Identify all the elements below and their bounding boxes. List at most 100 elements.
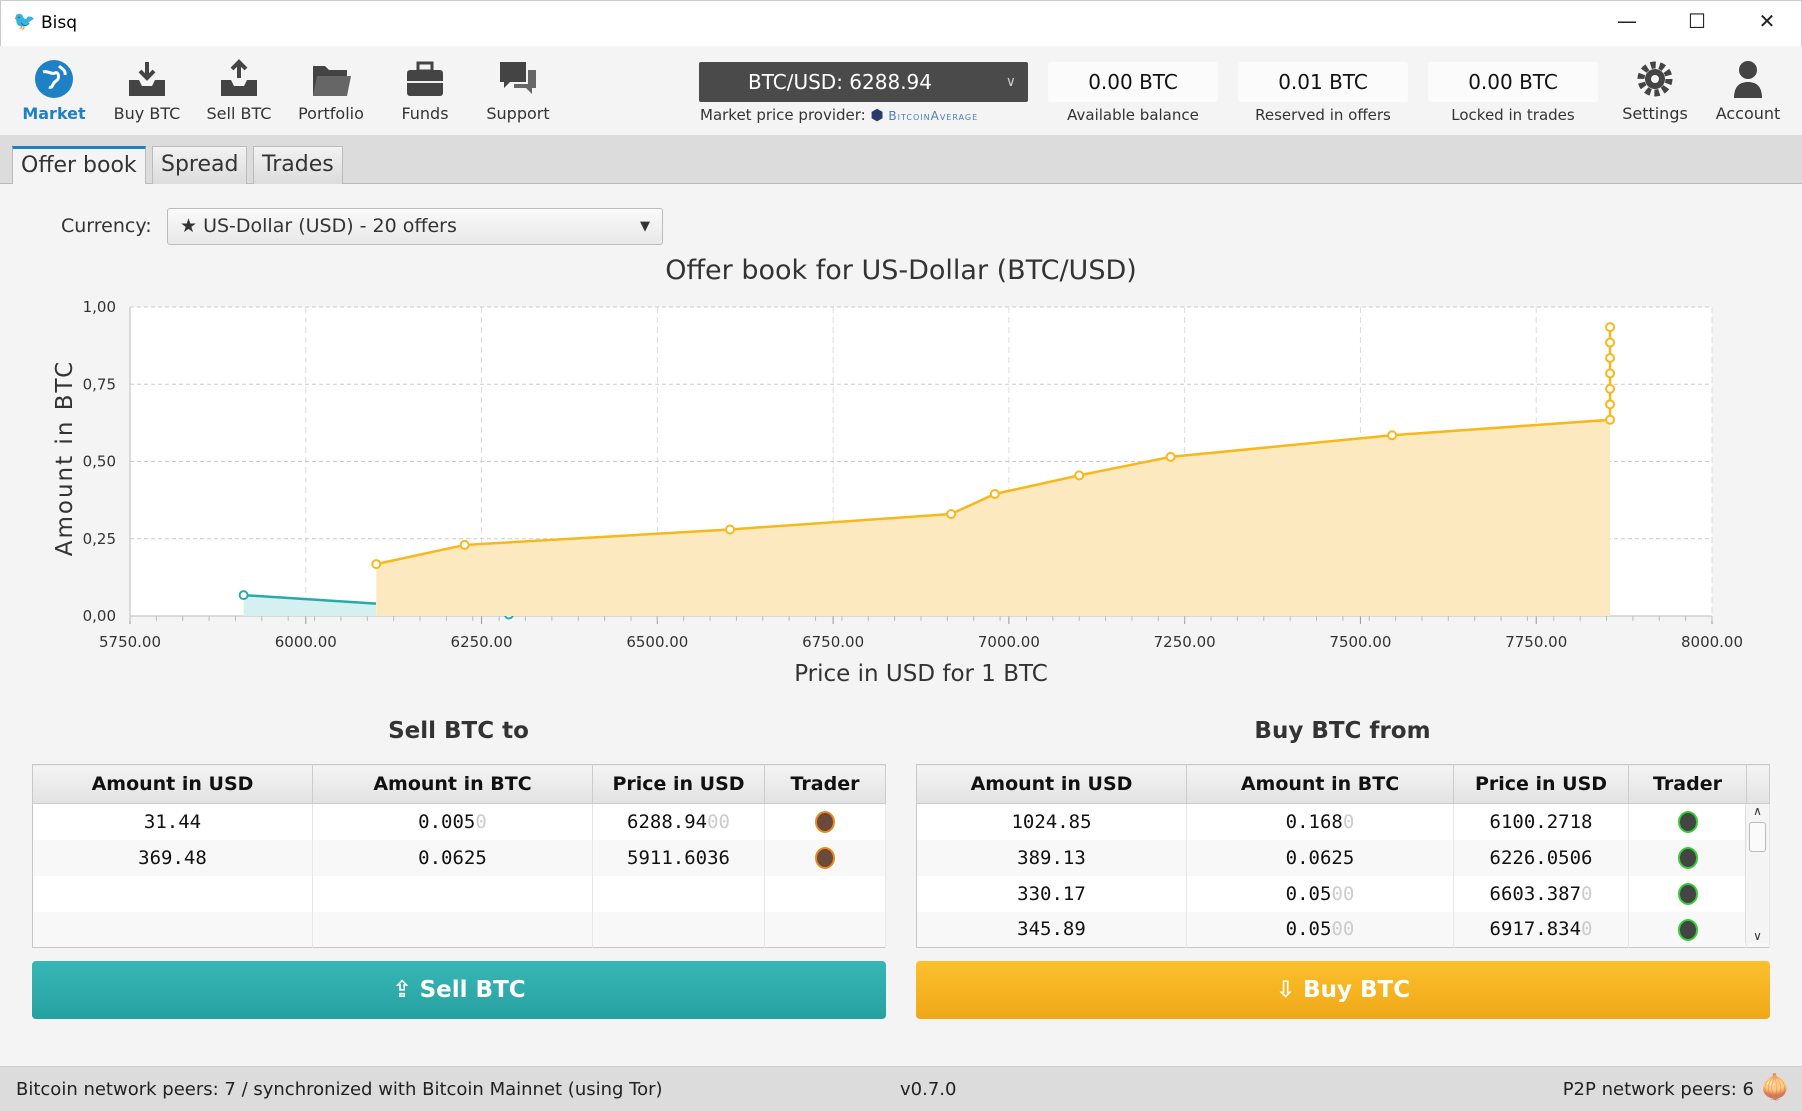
price-usd: 6226.0506 (1453, 839, 1629, 876)
sell-icon: ⇪ (392, 977, 420, 1003)
available-balance-value: 0.00 BTC (1048, 62, 1218, 102)
buy-button-label: Buy BTC (1303, 977, 1411, 1003)
table-row[interactable] (32, 875, 886, 912)
scroll-up-icon[interactable]: ∧ (1746, 804, 1769, 818)
trader-avatar-icon[interactable] (1677, 811, 1698, 833)
market-price-selector[interactable]: BTC/USD: 6288.94 ∨ (699, 62, 1028, 102)
y-tick-label: 1,00 (83, 298, 116, 316)
column-header[interactable]: Price in USD (1453, 764, 1629, 804)
x-tick-label: 7000.00 (978, 633, 1040, 651)
price-usd: 5911.6036 (592, 839, 765, 876)
buy-icon: ⇩ (1275, 977, 1304, 1003)
data-point (1387, 430, 1398, 441)
data-point (1605, 399, 1616, 410)
x-tick-label: 6000.00 (275, 633, 337, 651)
p2p-network-status: P2P network peers: 6 (1562, 1079, 1754, 1100)
x-tick-label: 5750.00 (99, 633, 161, 651)
column-header[interactable]: Amount in BTC (312, 764, 593, 804)
table-row[interactable]: 330.17 0.0500 6603.3870 (916, 875, 1770, 912)
tab-offer-book[interactable]: Offer book (12, 146, 146, 184)
bitcoin-network-status: Bitcoin network peers: 7 / synchronized … (16, 1079, 663, 1100)
trader[interactable] (1628, 839, 1747, 876)
data-point (989, 488, 1000, 499)
close-button[interactable]: ✕ (1747, 9, 1787, 39)
nav-support[interactable]: Support (473, 58, 563, 123)
buy-table-scrollbar[interactable]: ∧ ∨ (1745, 804, 1769, 943)
trader-avatar-icon[interactable] (815, 846, 835, 869)
nav-funds[interactable]: Funds (380, 58, 470, 123)
trader[interactable] (1628, 875, 1747, 912)
nav-settings[interactable]: Settings (1610, 58, 1700, 123)
title-bar: 🐦 Bisq — ☐ ✕ (0, 0, 1802, 46)
x-tick-label: 6750.00 (802, 633, 864, 651)
x-axis-label: Price in USD for 1 BTC (794, 661, 1048, 687)
amount-usd: 1024.85 (916, 803, 1187, 840)
data-point (1605, 322, 1616, 333)
nav-market[interactable]: Market (9, 58, 99, 123)
table-row[interactable] (32, 911, 886, 948)
column-header[interactable]: Amount in USD (916, 764, 1187, 804)
table-row[interactable]: 369.48 0.0625 5911.6036 (32, 839, 886, 876)
nav-portfolio[interactable]: Portfolio (286, 58, 376, 123)
amount-btc: 0.0500 (1186, 911, 1454, 948)
y-tick-label: 0,25 (83, 530, 116, 548)
trader[interactable] (764, 839, 886, 876)
trader[interactable] (1628, 803, 1747, 840)
tab-trades[interactable]: Trades (253, 146, 343, 184)
nav-buy-btc[interactable]: Buy BTC (102, 58, 192, 123)
data-point (725, 524, 736, 535)
tab-spread[interactable]: Spread (152, 146, 248, 184)
sell-offers-table: Amount in USD Amount in BTC Price in USD… (32, 764, 886, 948)
table-row[interactable]: 31.44 0.0050 6288.9400 (32, 803, 886, 840)
buy-offers-table: Amount in USD Amount in BTC Price in USD… (916, 764, 1770, 948)
column-header[interactable]: Price in USD (592, 764, 765, 804)
table-row[interactable]: 389.13 0.0625 6226.0506 (916, 839, 1770, 876)
window-title: Bisq (41, 13, 78, 33)
x-tick-label: 7500.00 (1329, 633, 1391, 651)
column-header[interactable]: Amount in USD (32, 764, 313, 804)
sell-inbox-icon (221, 59, 257, 96)
sell-btc-button[interactable]: ⇪ Sell BTC (32, 961, 886, 1019)
currency-select[interactable]: ★ US-Dollar (USD) - 20 offers ▼ (167, 208, 663, 245)
trader[interactable] (1628, 911, 1747, 948)
trader-avatar-icon[interactable] (1677, 882, 1698, 905)
column-header[interactable]: Trader (1628, 764, 1747, 804)
data-point (371, 559, 382, 570)
data-point (946, 509, 957, 520)
column-header[interactable]: Trader (764, 764, 886, 804)
maximize-button[interactable]: ☐ (1677, 9, 1717, 39)
data-point (1605, 383, 1616, 394)
data-point (238, 590, 249, 601)
buy-inbox-icon (129, 62, 165, 96)
amount-btc: 0.0625 (1186, 839, 1454, 876)
version-label: v0.7.0 (900, 1079, 957, 1100)
x-tick-label: 6500.00 (626, 633, 688, 651)
chart-title: Offer book for US-Dollar (BTC/USD) (665, 255, 1137, 286)
trader-avatar-icon[interactable] (1677, 918, 1698, 941)
table-row[interactable]: 1024.85 0.1680 6100.2718 (916, 803, 1770, 840)
nav-sell-btc[interactable]: Sell BTC (194, 58, 284, 123)
minimize-button[interactable]: — (1607, 9, 1647, 39)
price-usd: 6100.2718 (1453, 803, 1629, 840)
sell-button-label: Sell BTC (419, 977, 526, 1003)
reserved-balance-value: 0.01 BTC (1238, 62, 1408, 102)
amount-usd: 389.13 (916, 839, 1187, 876)
scroll-down-icon[interactable]: ∨ (1746, 929, 1769, 943)
nav-label: Support (486, 104, 550, 123)
nav-account[interactable]: Account (1703, 58, 1793, 123)
scroll-thumb[interactable] (1749, 822, 1766, 852)
table-row[interactable]: 345.89 0.0500 6917.8340 (916, 911, 1770, 948)
provider-link[interactable]: BitcoinAverage (888, 109, 978, 123)
column-header[interactable]: Amount in BTC (1186, 764, 1454, 804)
x-tick-label: 6250.00 (451, 633, 513, 651)
x-tick-label: 8000.00 (1681, 633, 1743, 651)
trader-avatar-icon[interactable] (815, 811, 835, 833)
toolbar: Market Buy BTC Sell BTC Portfolio Funds … (0, 46, 1802, 136)
trader[interactable] (764, 803, 886, 840)
buy-btc-button[interactable]: ⇩ Buy BTC (916, 961, 1770, 1019)
nav-label: Settings (1622, 104, 1688, 123)
trader-avatar-icon[interactable] (1677, 846, 1698, 869)
amount-btc: 0.1680 (1186, 803, 1454, 840)
y-tick-label: 0,75 (83, 375, 116, 393)
currency-label: Currency: (61, 215, 152, 237)
